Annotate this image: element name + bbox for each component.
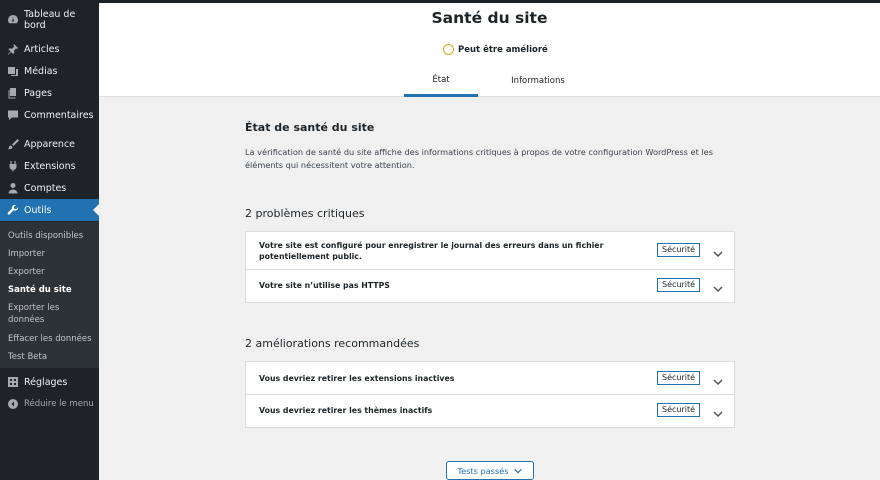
sidebar-item-label: Outils — [24, 204, 52, 216]
submenu-item-sante-du-site[interactable]: Santé du site — [8, 284, 96, 296]
submenu-item-exporter[interactable]: Exporter — [8, 266, 96, 278]
sidebar-item-label: Extensions — [24, 160, 76, 172]
sidebar-item-medias[interactable]: Médias — [0, 60, 99, 82]
settings-icon — [7, 376, 19, 388]
collapse-menu-button[interactable]: Réduire le menu — [0, 393, 99, 415]
issue-text: Votre site n’utilise pas HTTPS — [259, 281, 390, 290]
critical-issues-title: 2 problèmes critiques — [245, 207, 365, 220]
submenu-item-effacer-donnees[interactable]: Effacer les données — [8, 333, 96, 345]
issue-row[interactable]: Vous devriez retirer les extensions inac… — [246, 362, 734, 395]
sidebar-item-label: Réglages — [24, 376, 68, 388]
health-status: Peut être amélioré — [443, 44, 548, 55]
issue-row[interactable]: Votre site n’utilise pas HTTPS Sécurité — [246, 270, 734, 302]
collapse-icon — [7, 398, 19, 410]
tab-informations[interactable]: Informations — [495, 65, 581, 97]
plugin-icon — [7, 160, 19, 172]
sidebar-item-pages[interactable]: Pages — [0, 82, 99, 104]
sidebar-item-label: Réduire le menu — [24, 399, 94, 409]
sidebar-item-outils[interactable]: Outils — [0, 199, 99, 221]
tools-submenu: Outils disponibles Importer Exporter San… — [0, 222, 99, 368]
sidebar-item-extensions[interactable]: Extensions — [0, 155, 99, 177]
issue-text: Vous devriez retirer les thèmes inactifs — [259, 406, 433, 415]
admin-sidebar: Tableau de bord Articles Médias Pages Co… — [0, 0, 99, 480]
sidebar-item-label: Commentaires — [24, 109, 94, 121]
critical-issues-panel: Votre site est configuré pour enregistre… — [245, 231, 735, 303]
section-title: État de santé du site — [245, 121, 375, 134]
chevron-down-icon[interactable] — [712, 245, 724, 258]
pin-icon — [7, 43, 19, 55]
sidebar-item-commentaires[interactable]: Commentaires — [0, 104, 99, 126]
security-badge: Sécurité — [657, 403, 701, 417]
submenu-item-exporter-donnees[interactable]: Exporter les données — [8, 302, 68, 326]
comment-icon — [7, 109, 19, 121]
dashboard-icon — [7, 14, 19, 26]
site-health-header: Santé du site Peut être amélioré État In… — [99, 0, 880, 97]
chevron-down-icon[interactable] — [712, 405, 724, 418]
wrench-icon — [7, 204, 19, 216]
security-badge: Sécurité — [657, 278, 701, 292]
sidebar-item-apparence[interactable]: Apparence — [0, 133, 99, 155]
sidebar-item-reglages[interactable]: Réglages — [0, 371, 99, 393]
recommended-panel: Vous devriez retirer les extensions inac… — [245, 361, 735, 428]
security-badge: Sécurité — [657, 371, 701, 385]
tab-etat[interactable]: État — [404, 65, 478, 97]
submenu-item-outils-disponibles[interactable]: Outils disponibles — [8, 230, 96, 242]
status-ring-icon — [443, 44, 454, 55]
security-badge: Sécurité — [657, 243, 701, 257]
chevron-down-icon — [513, 468, 522, 474]
passed-tests-label: Tests passés — [457, 465, 509, 476]
sidebar-item-label: Articles — [24, 43, 60, 55]
page-icon — [7, 87, 19, 99]
issue-text: Votre site est configuré pour enregistre… — [259, 241, 604, 261]
sidebar-item-comptes[interactable]: Comptes — [0, 177, 99, 199]
passed-tests-button[interactable]: Tests passés — [446, 461, 534, 480]
sidebar-item-articles[interactable]: Articles — [0, 38, 99, 60]
sidebar-item-dashboard[interactable]: Tableau de bord — [0, 9, 99, 31]
sidebar-item-label: Pages — [24, 87, 52, 99]
status-label: Peut être amélioré — [458, 44, 548, 55]
submenu-item-test-beta[interactable]: Test Beta — [8, 351, 96, 363]
issue-row[interactable]: Votre site est configuré pour enregistre… — [246, 232, 734, 270]
sidebar-item-label: Comptes — [24, 182, 67, 194]
sidebar-item-label: Apparence — [24, 138, 76, 150]
page-title: Santé du site — [431, 9, 548, 27]
sidebar-item-label: Tableau de bord — [24, 9, 76, 31]
user-icon — [7, 182, 19, 194]
recommended-title: 2 améliorations recommandées — [245, 337, 420, 350]
section-description: La vérification de santé du site affiche… — [245, 147, 713, 170]
chevron-down-icon[interactable] — [712, 373, 724, 386]
brush-icon — [7, 138, 19, 150]
chevron-down-icon[interactable] — [712, 280, 724, 293]
sidebar-item-label: Médias — [24, 65, 58, 77]
submenu-item-importer[interactable]: Importer — [8, 248, 96, 260]
issue-row[interactable]: Vous devriez retirer les thèmes inactifs… — [246, 395, 734, 427]
issue-text: Vous devriez retirer les extensions inac… — [259, 374, 455, 383]
media-icon — [7, 65, 19, 77]
